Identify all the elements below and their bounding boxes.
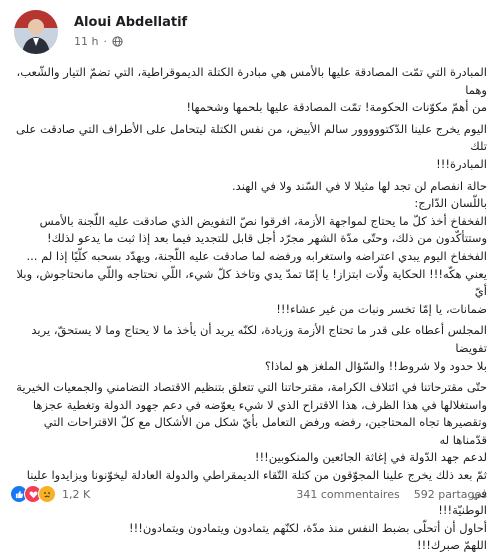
comments-count[interactable]: 341 commentaires — [296, 488, 399, 501]
post-line: حالة انفصام لن تجد لها مثيلا لا في السّن… — [232, 178, 487, 193]
post-line: الفخفاخ اليوم يبدي اعتراضه واستغرابه ورف… — [26, 248, 487, 263]
post-line: لدعم جهد الدّولة في إغاثة الجائعين والمن… — [254, 450, 487, 465]
post-line: اليوم يخرج علينا الدّكتووووور سالم الأبي… — [16, 121, 487, 154]
author-name[interactable]: Aloui Abdellatif — [74, 15, 187, 30]
post-footer: 1,2 K 341 commentaires 592 partages — [10, 483, 487, 505]
post-line: يعني هكّه!!! الحكاية ولّات ابتزاز! يا إم… — [16, 266, 487, 299]
reaction-count[interactable]: 1,2 K — [62, 488, 90, 501]
avatar[interactable] — [14, 10, 58, 54]
post-line: وستتأكّدون من ذلك، وحتّى مدّة الشهر مجرّ… — [47, 231, 487, 246]
post-line: المبادرة!!! — [436, 156, 487, 171]
post-line: الفخفاخ أخذ كلّ ما يحتاج لمواجهة الأزمة،… — [39, 213, 487, 228]
profile-photo — [14, 10, 58, 54]
shares-count[interactable]: 592 partages — [414, 488, 487, 501]
post-line: اللهمّ صبرك!!! — [416, 538, 487, 553]
reactions[interactable]: 1,2 K — [10, 485, 90, 503]
post-line: باللّسان الدّارج: — [414, 196, 487, 211]
post-line: واستغلالها في هذا الظرف، هذا الاقتراح ال… — [32, 397, 487, 412]
post-header: Aloui Abdellatif 11 h · — [14, 10, 484, 54]
post-line: من أهمّ مكوّنات الحكومة! تمّت المصادقة ع… — [186, 100, 487, 115]
post-line: بلا حدود ولا شروط!! والسّؤال الملغز هو ل… — [264, 358, 487, 373]
post-line: المجلس أعطاه على قدر ما تحتاج الأزمة وزي… — [31, 323, 487, 355]
post-line: وتقصيرها تجاه المحتاجين، رفضه ورفض التعا… — [43, 415, 487, 447]
facebook-post: Aloui Abdellatif 11 h · المبادرة التي تم… — [0, 0, 501, 552]
post-line: المبادرة التي تمّت المصادقة عليها بالأمس… — [16, 65, 487, 97]
post-meta: 11 h · — [74, 35, 123, 48]
engagement-stats: 341 commentaires 592 partages — [296, 488, 487, 501]
post-line: ضمانات، يا إمّا تخسر ونبات من غير عشاء!!… — [276, 301, 487, 316]
sad-reaction-icon — [38, 485, 56, 503]
meta-separator: · — [103, 35, 107, 48]
post-line: أحاول أن أتحلّى بضبط النفس منذ مدّة، لكن… — [129, 520, 487, 535]
globe-icon — [112, 36, 123, 47]
post-time[interactable]: 11 h — [74, 35, 98, 48]
post-line: حتّى مقترحاتنا في ائتلاف الكرامة، مقترحا… — [16, 380, 487, 395]
post-body: المبادرة التي تمّت المصادقة عليها بالأمس… — [14, 64, 487, 555]
